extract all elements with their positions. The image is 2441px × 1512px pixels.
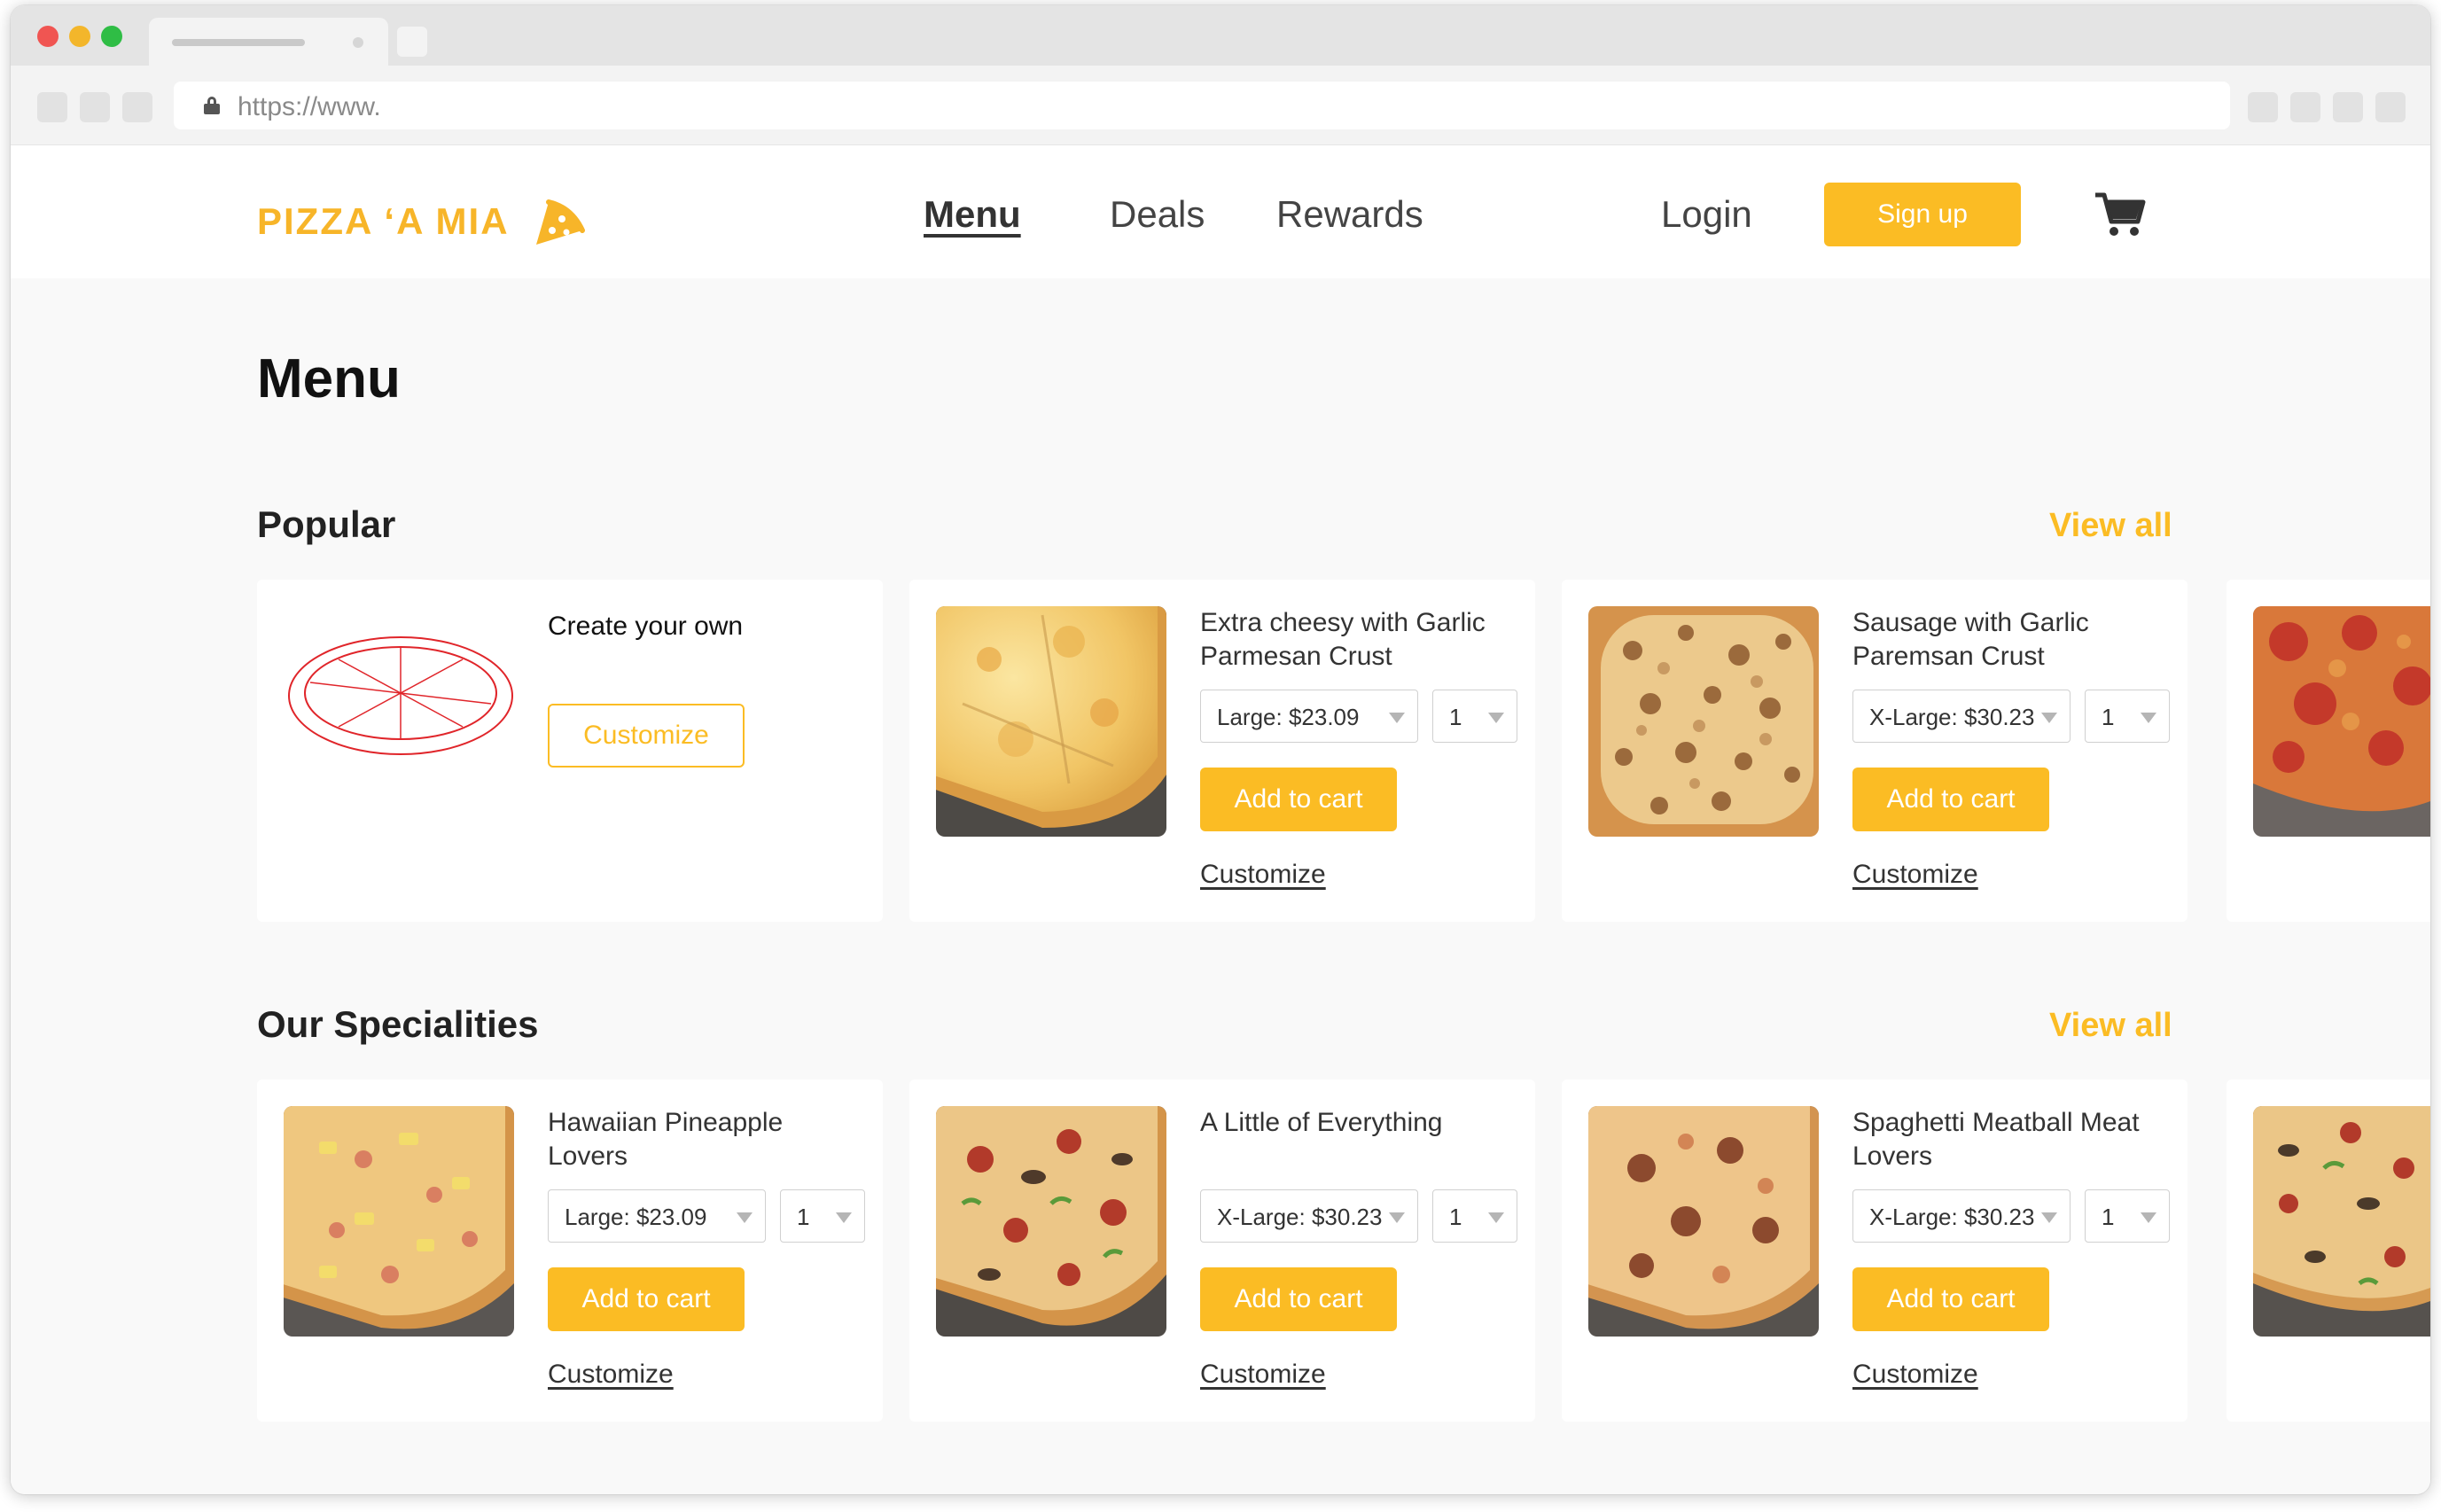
customize-link[interactable]: Customize [548,1360,674,1390]
browser-window: https://www. PIZZA ‘A MIA Menu Deals Rew… [11,5,2430,1494]
customize-button[interactable]: Customize [548,704,745,768]
quantity-select-value: 1 [797,1204,810,1230]
customize-link[interactable]: Customize [1200,1360,1326,1390]
pizza-slice-icon [535,199,585,245]
create-your-own-card: Create your own Customize [257,580,883,922]
dropdown-arrow-icon [1488,713,1504,723]
menu-card: Spaghetti Meatball Meat Lovers X-Large: … [1562,1079,2188,1422]
browser-tab[interactable] [149,18,388,66]
size-select-value: X-Large: $30.23 [1217,1204,1383,1230]
menu-card-partial [2227,1079,2430,1422]
card-name: A Little of Everything [1200,1108,1443,1137]
nav-deals[interactable]: Deals [1110,193,1205,236]
add-to-cart-button[interactable]: Add to cart [1852,1267,2049,1331]
pizza-image[interactable] [2253,1106,2430,1337]
size-select[interactable]: X-Large: $30.23 [1852,1189,2071,1243]
extension-button-4[interactable] [2375,92,2406,122]
main-content: Menu Popular View all Create your own Cu… [11,278,2430,1494]
card-name: Spaghetti Meatball Meat Lovers [1852,1108,2140,1171]
section-title-popular: Popular [257,503,396,545]
dropdown-arrow-icon [836,1212,852,1223]
card-name: Create your own [548,612,744,641]
login-link[interactable]: Login [1661,193,1752,236]
quantity-select[interactable]: 1 [1432,690,1517,743]
card-name: Hawaiian Pineapple Lovers [548,1108,784,1171]
logo[interactable]: PIZZA ‘A MIA [257,195,586,248]
size-select-value: Large: $23.09 [565,1204,707,1230]
quantity-select[interactable]: 1 [2085,1189,2170,1243]
page-title: Menu [257,348,401,409]
forward-button[interactable] [80,92,110,122]
minimize-window-button[interactable] [69,26,90,47]
logo-text: PIZZA ‘A MIA [257,200,510,242]
nav-menu[interactable]: Menu [924,193,1021,236]
size-select[interactable]: Large: $23.09 [1200,690,1418,743]
pizza-image[interactable] [1588,606,1819,837]
back-button[interactable] [37,92,67,122]
add-to-cart-button[interactable]: Add to cart [1200,768,1397,831]
size-select-value: X-Large: $30.23 [1869,1204,2035,1230]
url-text: https://www. [238,92,381,121]
quantity-select-value: 1 [1449,704,1462,730]
dropdown-arrow-icon [737,1212,753,1223]
size-select[interactable]: Large: $23.09 [548,1189,766,1243]
section-title-specialities: Our Specialities [257,1003,539,1045]
menu-card: A Little of Everything X-Large: $30.23 1… [909,1079,1535,1422]
pizza-outline-icon [288,636,513,755]
card-name: Sausage with Garlic Paremsan Crust [1852,608,2089,671]
add-to-cart-button[interactable]: Add to cart [1200,1267,1397,1331]
maximize-window-button[interactable] [101,26,122,47]
customize-link[interactable]: Customize [1200,860,1326,890]
close-window-button[interactable] [37,26,58,47]
quantity-select-value: 1 [2102,1204,2115,1230]
quantity-select-value: 1 [2102,704,2115,730]
size-select[interactable]: X-Large: $30.23 [1852,690,2071,743]
menu-card: Extra cheesy with Garlic Parmesan Crust … [909,580,1535,922]
pizza-image[interactable] [2253,606,2430,837]
view-all-specialities-link[interactable]: View all [2049,1007,2172,1045]
browser-toolbar: https://www. [11,66,2430,145]
dropdown-arrow-icon [1389,1212,1405,1223]
pizza-image[interactable] [1588,1106,1819,1337]
quantity-select[interactable]: 1 [2085,690,2170,743]
size-select-value: Large: $23.09 [1217,704,1360,730]
quantity-select-value: 1 [1449,1204,1462,1230]
tab-close-icon[interactable] [353,37,363,48]
reload-button[interactable] [122,92,152,122]
dropdown-arrow-icon [2141,713,2156,723]
new-tab-button[interactable] [397,27,427,57]
shopping-cart-icon[interactable] [2094,190,2147,239]
size-select-value: X-Large: $30.23 [1869,704,2035,730]
view-all-popular-link[interactable]: View all [2049,507,2172,545]
extension-button-1[interactable] [2248,92,2278,122]
menu-card: Hawaiian Pineapple Lovers Large: $23.09 … [257,1079,883,1422]
quantity-select[interactable]: 1 [1432,1189,1517,1243]
card-name: Extra cheesy with Garlic Parmesan Crust [1200,608,1486,671]
dropdown-arrow-icon [2141,1212,2156,1223]
extension-button-2[interactable] [2290,92,2320,122]
dropdown-arrow-icon [2041,1212,2057,1223]
menu-card: Sausage with Garlic Paremsan Crust X-Lar… [1562,580,2188,922]
customize-link[interactable]: Customize [1852,860,1978,890]
pizza-image[interactable] [284,1106,514,1337]
extension-button-3[interactable] [2333,92,2363,122]
pizza-image[interactable] [936,606,1166,837]
signup-button[interactable]: Sign up [1824,183,2021,246]
dropdown-arrow-icon [1389,713,1405,723]
menu-card-partial [2227,580,2430,922]
add-to-cart-button[interactable]: Add to cart [548,1267,745,1331]
customize-link[interactable]: Customize [1852,1360,1978,1390]
dropdown-arrow-icon [1488,1212,1504,1223]
add-to-cart-button[interactable]: Add to cart [1852,768,2049,831]
pizza-image[interactable] [936,1106,1166,1337]
tab-title-placeholder [172,39,305,46]
quantity-select[interactable]: 1 [780,1189,865,1243]
address-bar[interactable]: https://www. [174,82,2230,129]
nav-rewards[interactable]: Rewards [1276,193,1423,236]
lock-icon [204,97,220,114]
dropdown-arrow-icon [2041,713,2057,723]
size-select[interactable]: X-Large: $30.23 [1200,1189,1418,1243]
browser-tab-strip [11,5,2430,66]
site-header: PIZZA ‘A MIA Menu Deals Rewards Login Si… [11,145,2430,278]
